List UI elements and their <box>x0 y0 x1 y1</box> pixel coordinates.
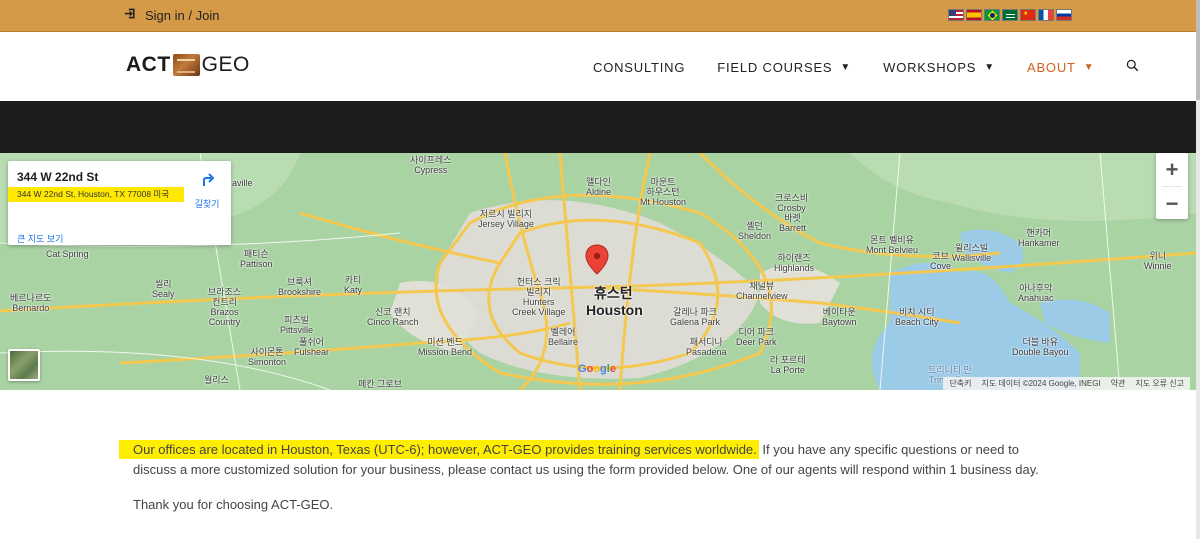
top-bar: Sign in / Join ★ <box>0 0 1196 32</box>
nav-workshops-label: WORKSHOPS <box>883 59 977 75</box>
map-label-katy: 카티 Katy <box>344 275 363 295</box>
nav-consulting-label: CONSULTING <box>593 59 686 75</box>
nav-field-courses-label: FIELD COURSES <box>717 59 833 75</box>
map-zoom-controls: + − <box>1156 153 1188 219</box>
search-icon[interactable] <box>1126 59 1139 75</box>
chevron-down-icon: ▼ <box>1083 61 1095 73</box>
map-label-houston-ko: 휴스턴 <box>594 285 633 301</box>
sign-in-icon <box>124 7 137 23</box>
chevron-down-icon: ▼ <box>984 61 995 73</box>
map-label-houston-en: Houston <box>586 302 643 318</box>
logo-text-act: ACT <box>126 53 171 76</box>
logo-text-geo: GEO <box>201 53 250 76</box>
us-flag-icon[interactable] <box>948 9 964 21</box>
view-larger-map-link[interactable]: 큰 지도 보기 <box>17 232 63 245</box>
page-banner <box>0 101 1196 153</box>
map-label-brookshire: 브룩셔 Brookshire <box>278 277 322 297</box>
map-label-barrett: 바렛 Barrett <box>779 213 807 233</box>
map-data-credit: 지도 데이터 ©2024 Google, INEGI <box>981 379 1101 388</box>
highlighted-office-text: Our offices are located in Houston, Texa… <box>119 440 759 459</box>
embedded-map[interactable]: 사이프레스 Cypress 앨다인 Aldine 마운트 하우스턴 Mt Houston… <box>0 153 1196 390</box>
site-header: ACT GEO CONSULTING FIELD COURSES ▼ WORKS… <box>0 33 1196 101</box>
map-label-wallis: 월리스 <box>204 375 229 385</box>
report-map-error-link[interactable]: 지도 오류 신고 <box>1135 378 1184 389</box>
map-label-crosby: 크로스비 Crosby <box>775 193 809 213</box>
logo-mark-icon <box>172 54 200 76</box>
china-flag-icon[interactable]: ★ <box>1020 9 1036 21</box>
map-label-cove: 코브 Cove <box>930 251 952 271</box>
map-label-bernardo: 베르나르도 Bernardo <box>10 293 52 313</box>
sign-in-label: Sign in / Join <box>145 7 220 23</box>
directions-icon <box>203 173 215 186</box>
map-label-highlands: 하이랜즈 Highlands <box>774 253 815 273</box>
saudi-flag-icon[interactable] <box>1002 9 1018 21</box>
map-label-bellaire: 벨레어 Bellaire <box>548 327 579 347</box>
nav-workshops[interactable]: WORKSHOPS ▼ <box>883 60 995 75</box>
map-label-baytown: 베이타운 Baytown <box>822 307 857 327</box>
scrollbar-thumb[interactable] <box>1196 0 1200 100</box>
map-label-galena-park: 갈레나 파크 Galena Park <box>670 307 721 327</box>
map-label-mt-houston: 마운트 하우스턴 Mt Houston <box>640 177 687 207</box>
nav-about-label: ABOUT <box>1026 59 1076 75</box>
zoom-in-button[interactable]: + <box>1156 153 1188 186</box>
page-scrollbar[interactable] <box>1196 0 1200 539</box>
map-label-jersey-village: 저르시 빌리지 Jersey Village <box>478 209 534 229</box>
keyboard-shortcuts-link[interactable]: 단축키 <box>949 378 971 389</box>
map-label-brazos-country: 브라조스 컨트리 Brazos Country <box>208 287 242 327</box>
map-label-pecan-grove: 페칸 그로브 <box>358 379 402 389</box>
map-label-wallisville: 윌리스빌 Wallisville <box>952 243 992 263</box>
map-label-mont-belvieu: 몬트 벨비유 Mont Belvieu <box>866 235 919 255</box>
satellite-toggle-thumbnail[interactable] <box>8 349 40 381</box>
map-label-channelview: 채널뷰 Channelview <box>736 281 788 301</box>
directions-button[interactable]: 길찾기 <box>190 171 224 210</box>
sign-in-link[interactable]: Sign in / Join <box>124 7 219 23</box>
intro-paragraph: Our offices are located in Houston, Texa… <box>119 440 1063 480</box>
map-label-beach-city: 비치 시티 Beach City <box>895 307 939 327</box>
card-address: 344 W 22nd St, Houston, TX 77008 미국 <box>8 187 184 202</box>
nav-consulting[interactable]: CONSULTING <box>593 60 685 75</box>
map-label-winnie: 위니 Winnie <box>1144 251 1172 271</box>
map-label-aldine: 앨다인 Aldine <box>586 177 612 197</box>
map-label-la-porte: 라 포르테 La Porte <box>770 355 806 375</box>
map-label-cinco-ranch: 신코 랜치 Cinco Ranch <box>367 307 419 327</box>
france-flag-icon[interactable] <box>1038 9 1054 21</box>
directions-label: 길찾기 <box>194 199 220 209</box>
map-label-waller-ville: aville <box>232 178 253 188</box>
chevron-down-icon: ▼ <box>840 61 852 73</box>
google-logo: Google <box>578 363 616 375</box>
terms-link[interactable]: 약관 <box>1111 378 1126 389</box>
main-nav: CONSULTING FIELD COURSES ▼ WORKSHOPS ▼ A… <box>593 59 1139 75</box>
map-label-cypress: 사이프레스 Cypress <box>410 155 452 175</box>
map-label-fulshear: 풀쉬어 Fulshear <box>294 337 330 357</box>
map-label-mission-bend: 미션 벤드 Mission Bend <box>418 337 473 357</box>
russia-flag-icon[interactable] <box>1056 9 1072 21</box>
map-label-deer-park: 디어 파크 Deer Park <box>736 327 777 347</box>
map-label-double-bayou: 더블 바유 Double Bayou <box>1012 337 1069 357</box>
spain-flag-icon[interactable] <box>966 9 982 21</box>
site-logo[interactable]: ACT GEO <box>126 53 250 77</box>
card-title: 344 W 22nd St <box>17 170 99 184</box>
brazil-flag-icon[interactable] <box>984 9 1000 21</box>
thank-you-text: Thank you for choosing ACT-GEO. <box>133 497 334 512</box>
map-info-card: 344 W 22nd St 344 W 22nd St, Houston, TX… <box>8 161 231 245</box>
nav-field-courses[interactable]: FIELD COURSES ▼ <box>717 60 851 75</box>
nav-about[interactable]: ABOUT ▼ <box>1027 60 1095 75</box>
map-label-hankamer: 핸카머 Hankamer <box>1018 228 1060 248</box>
map-label-pasadena: 패서디나 Pasadena <box>686 337 727 357</box>
map-label-sealy: 씰리 Sealy <box>152 279 175 299</box>
map-label-simonton: 사이몬톤 Simonton <box>248 347 287 367</box>
language-flags: ★ <box>948 9 1072 21</box>
map-label-anahuac: 아나후악 Anahuac <box>1018 283 1054 303</box>
zoom-out-button[interactable]: − <box>1156 187 1188 220</box>
map-label-pattison: 패티슨 Pattison <box>240 249 273 269</box>
map-label-cat-spring: Cat Spring <box>46 249 89 259</box>
map-attribution: 단축키 지도 데이터 ©2024 Google, INEGI 약관 지도 오류 … <box>943 377 1190 390</box>
map-label-sheldon: 셸던 Sheldon <box>738 221 772 241</box>
map-label-hunters-creek: 헌터스 크릭 빌리지 Hunters Creek Village <box>512 277 566 317</box>
map-label-pittsville: 피츠빌 Pittsville <box>280 315 314 335</box>
